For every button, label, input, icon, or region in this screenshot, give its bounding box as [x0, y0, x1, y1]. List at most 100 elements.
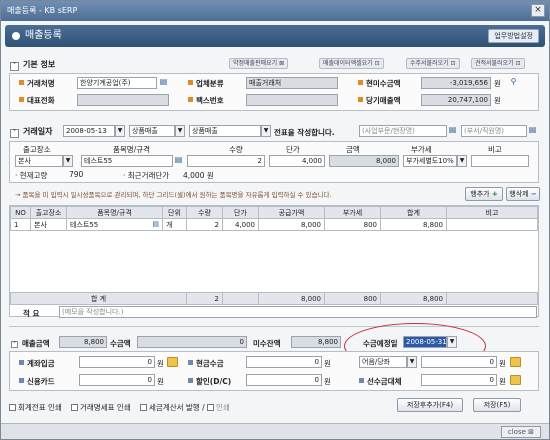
prepay-field[interactable]: 0	[421, 374, 497, 386]
chevron-down-icon[interactable]: ▼	[63, 155, 73, 167]
unit-label: 원	[324, 377, 331, 386]
minus-icon: −	[530, 190, 537, 198]
window-title: 매출등록 - KB sERP	[7, 6, 78, 15]
chevron-down-icon[interactable]: ▼	[407, 356, 417, 368]
col-header[interactable]: 부가세	[324, 206, 381, 219]
collapse-icon[interactable]: ˇ	[10, 129, 19, 138]
entry-qty-field[interactable]: 2	[187, 155, 265, 167]
table-row[interactable]: 1 본사 테스트55 ▤ 개 2 4,000 8,000 800 8,800	[10, 218, 538, 231]
col-header[interactable]: 합계	[380, 206, 447, 219]
entry-vat-select[interactable]: 부가세별도10%	[403, 155, 457, 167]
toplink-order[interactable]: 수주서불러오기 ⊡	[406, 58, 460, 69]
unit-label: 원	[324, 359, 331, 368]
discount-field[interactable]: 0	[246, 374, 322, 386]
uncollect-label: 미수잔액	[253, 339, 281, 348]
dept-field[interactable]: (부서/직원명)	[461, 125, 527, 137]
fax-label: 팩스번호	[188, 95, 224, 106]
entry-header-place: 출고장소	[23, 145, 51, 154]
cell[interactable]: 1	[10, 218, 31, 231]
customer-lookup-icon[interactable]: ▤	[158, 77, 169, 88]
cash-field[interactable]: 0	[246, 356, 322, 368]
cell[interactable]: 테스트55 ▤	[66, 218, 163, 231]
account-field[interactable]: 0	[79, 356, 155, 368]
folder-icon[interactable]	[167, 357, 178, 367]
chevron-down-icon[interactable]: ▼	[261, 125, 271, 137]
close-button[interactable]: close ⊠	[500, 426, 541, 438]
col-header[interactable]: 단가	[222, 206, 259, 219]
entry-place-select[interactable]: 본사	[15, 155, 63, 167]
collapse-icon[interactable]: ˇ	[10, 62, 19, 71]
col-header[interactable]: NO	[10, 206, 31, 219]
folder-icon[interactable]	[510, 375, 521, 385]
basic-section-title: ˇ 기본 정보	[10, 59, 55, 71]
cell[interactable]: 800	[324, 218, 381, 231]
phone-field[interactable]	[77, 94, 169, 106]
entry-item-field[interactable]: 테스트55	[81, 155, 173, 167]
cell[interactable]: 8,000	[258, 218, 325, 231]
col-header[interactable]: 비고	[446, 206, 538, 219]
col-header[interactable]: 단위	[162, 206, 187, 219]
entry-header-vat: 부가세	[411, 145, 432, 154]
date-dropdown[interactable]: ▼	[115, 125, 125, 137]
divider	[9, 326, 539, 327]
check-tax-invoice[interactable]: 세금계산서 발행 / 인쇄	[140, 402, 230, 413]
chevron-down-icon[interactable]: ▼	[175, 125, 185, 137]
sales-amount-label: ˇ 매출금액	[11, 339, 50, 349]
fax-field[interactable]	[246, 94, 338, 106]
help-settings-button[interactable]: 업무방법설정	[488, 29, 539, 43]
trade-date-label: ˇ 거래일자	[10, 126, 52, 138]
toplink-excel[interactable]: 매출데이터엑셀요기 ⊡	[319, 58, 384, 69]
current-sales-field: 20,747,100	[421, 94, 491, 106]
toplink-quote[interactable]: 견적서불러오기 ⊡	[471, 58, 525, 69]
bill-field[interactable]: 0	[421, 356, 497, 368]
stock-label: · 현재고량	[15, 171, 48, 180]
discount-label: 할인(D/C)	[188, 376, 231, 387]
cell[interactable]: 4,000	[222, 218, 259, 231]
search-icon[interactable]: ⚲	[508, 77, 519, 88]
total-label: 합 계	[10, 292, 187, 305]
entry-note-field[interactable]	[471, 155, 529, 167]
cell[interactable]	[446, 218, 538, 231]
bill-type-select[interactable]: 어음/당좌	[359, 356, 407, 368]
check-accounting-print[interactable]: 회계전표 인쇄	[9, 402, 62, 413]
col-header[interactable]: 공급가액	[258, 206, 325, 219]
entry-price-field[interactable]: 4,000	[269, 155, 325, 167]
type-field[interactable]: 매출거래처	[246, 77, 338, 89]
delete-row-button[interactable]: 행삭제 −	[506, 187, 540, 201]
sales-amount-field: 8,800	[59, 336, 107, 348]
card-field[interactable]: 0	[79, 374, 155, 386]
col-header[interactable]: 품목명/규격	[66, 206, 163, 219]
memo-field[interactable]: (메모을 작성합니다.)	[59, 306, 537, 318]
total-qty: 2	[186, 292, 223, 305]
col-header[interactable]: 출고장소	[30, 206, 67, 219]
save-button[interactable]: 저장(F5)	[473, 398, 521, 412]
sales-kind-select[interactable]: 상품매출	[129, 125, 175, 137]
trade-date-field[interactable]: 2008-05-13	[63, 125, 115, 137]
dept-lookup-icon[interactable]: ▤	[527, 125, 538, 136]
branch-lookup-icon[interactable]: ▤	[447, 125, 458, 136]
item-lookup-icon[interactable]: ▤	[173, 155, 184, 166]
save-and-add-button[interactable]: 저장후추가(F4)	[397, 398, 463, 412]
cash-label: 현금수금	[188, 358, 224, 369]
branch-field[interactable]: (사업부문/현장명)	[359, 125, 447, 137]
check-statement-print[interactable]: 거래명세표 인쇄	[71, 402, 131, 413]
col-header[interactable]: 수량	[186, 206, 223, 219]
checkbox	[206, 404, 214, 411]
cell[interactable]: 본사	[30, 218, 67, 231]
receivable-field: -3,019,656	[421, 77, 491, 89]
cell[interactable]: 2	[186, 218, 223, 231]
add-row-button[interactable]: 행추가 +	[465, 187, 503, 201]
folder-icon[interactable]	[510, 357, 521, 367]
customer-field[interactable]: 한양기계공업(주)	[77, 77, 157, 89]
account-label: 계좌입금	[19, 358, 55, 369]
cell[interactable]: 개	[162, 218, 187, 231]
header-bullet-icon	[12, 32, 20, 40]
chevron-down-icon[interactable]: ▼	[457, 155, 467, 167]
window-close-button[interactable]: ×	[531, 4, 545, 17]
checkbox	[140, 404, 147, 411]
page-header: 매출등록 업무방법설정	[5, 25, 545, 47]
title-bar: 매출등록 - KB sERP ×	[1, 1, 549, 21]
toplink-contract[interactable]: 약정매출판매요기 ⊠	[229, 58, 289, 69]
cell[interactable]: 8,800	[380, 218, 447, 231]
sales-kind2-select[interactable]: 상품매출	[189, 125, 261, 137]
